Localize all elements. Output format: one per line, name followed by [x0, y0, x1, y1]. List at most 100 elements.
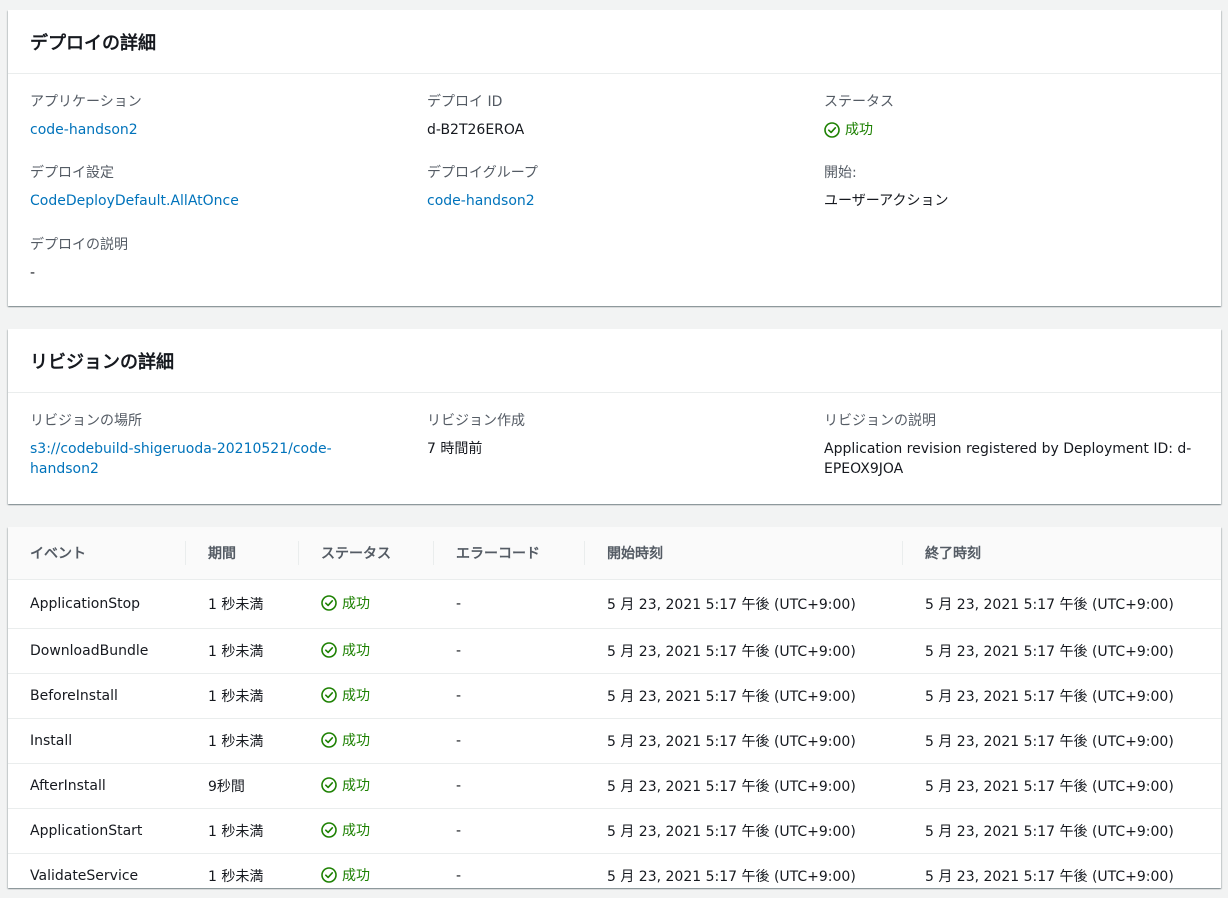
revision-description-field: リビジョンの説明 Application revision registered…	[824, 411, 1204, 479]
table-row: ApplicationStart 1 秒未満 成功 - 5 月 23, 2021…	[8, 809, 1221, 854]
column-header-start-time[interactable]: 開始時刻	[585, 527, 903, 580]
revision-description-line1: Application revision registered by Deplo…	[824, 439, 1204, 459]
duration-cell: 1 秒未満	[186, 809, 299, 854]
check-circle-icon	[321, 777, 337, 793]
check-circle-icon	[321, 867, 337, 883]
deploy-details-title: デプロイの詳細	[30, 29, 156, 55]
check-circle-icon	[321, 642, 337, 658]
deploy-id-label: デプロイ ID	[427, 92, 797, 112]
start-time-cell: 5 月 23, 2021 5:17 午後 (UTC+9:00)	[585, 580, 903, 629]
application-label: アプリケーション	[30, 92, 400, 112]
error-code-cell: -	[434, 854, 585, 898]
column-header-event[interactable]: イベント	[8, 527, 186, 580]
revision-created-field: リビジョン作成 7 時間前	[427, 411, 797, 459]
row-status-badge: 成功	[321, 593, 370, 613]
end-time-cell: 5 月 23, 2021 5:17 午後 (UTC+9:00)	[903, 629, 1221, 674]
event-name-cell: ApplicationStop	[8, 580, 186, 629]
status-label: ステータス	[824, 92, 1194, 112]
table-row: Install 1 秒未満 成功 - 5 月 23, 2021 5:17 午後 …	[8, 719, 1221, 764]
deploy-description-value: -	[30, 263, 400, 283]
column-header-status[interactable]: ステータス	[299, 527, 434, 580]
event-name-cell: Install	[8, 719, 186, 764]
status-badge: 成功	[824, 120, 873, 140]
column-header-error-code[interactable]: エラーコード	[434, 527, 585, 580]
status-text: 成功	[845, 120, 873, 140]
status-field: ステータス 成功	[824, 92, 1194, 144]
start-label: 開始:	[824, 163, 1194, 183]
table-row: DownloadBundle 1 秒未満 成功 - 5 月 23, 2021 5…	[8, 629, 1221, 674]
start-time-cell: 5 月 23, 2021 5:17 午後 (UTC+9:00)	[585, 629, 903, 674]
row-status-text: 成功	[342, 593, 370, 613]
application-field: アプリケーション code-handson2	[30, 92, 400, 140]
status-value-wrap: 成功	[824, 120, 1194, 144]
deploy-description-label: デプロイの説明	[30, 235, 400, 255]
row-status-text: 成功	[342, 775, 370, 795]
row-status-text: 成功	[342, 865, 370, 885]
deploy-config-field: デプロイ設定 CodeDeployDefault.AllAtOnce	[30, 163, 400, 211]
error-code-cell: -	[434, 809, 585, 854]
deploy-group-label: デプロイグループ	[427, 163, 797, 183]
check-circle-icon	[321, 732, 337, 748]
status-cell: 成功	[299, 809, 434, 854]
revision-details-panel: リビジョンの詳細 リビジョンの場所 s3://codebuild-shigeru…	[8, 329, 1221, 504]
end-time-cell: 5 月 23, 2021 5:17 午後 (UTC+9:00)	[903, 719, 1221, 764]
error-code-cell: -	[434, 629, 585, 674]
revision-details-header: リビジョンの詳細	[8, 329, 1221, 393]
row-status-badge: 成功	[321, 865, 370, 885]
error-code-cell: -	[434, 764, 585, 809]
status-cell: 成功	[299, 764, 434, 809]
deploy-group-link[interactable]: code-handson2	[427, 191, 797, 211]
event-name-cell: ApplicationStart	[8, 809, 186, 854]
row-status-text: 成功	[342, 685, 370, 705]
revision-created-value: 7 時間前	[427, 439, 797, 459]
revision-created-label: リビジョン作成	[427, 411, 797, 431]
event-name-cell: AfterInstall	[8, 764, 186, 809]
start-time-cell: 5 月 23, 2021 5:17 午後 (UTC+9:00)	[585, 809, 903, 854]
events-table-panel: イベント 期間 ステータス エラーコード 開始時刻 終了時刻 Applicati…	[8, 527, 1221, 888]
deploy-id-value: d-B2T26EROA	[427, 120, 797, 140]
revision-details-title: リビジョンの詳細	[30, 348, 174, 374]
duration-cell: 9秒間	[186, 764, 299, 809]
events-table: イベント 期間 ステータス エラーコード 開始時刻 終了時刻 Applicati…	[8, 527, 1221, 898]
check-circle-icon	[321, 687, 337, 703]
row-status-badge: 成功	[321, 730, 370, 750]
duration-cell: 1 秒未満	[186, 719, 299, 764]
row-status-badge: 成功	[321, 775, 370, 795]
revision-location-label: リビジョンの場所	[30, 411, 400, 431]
status-cell: 成功	[299, 629, 434, 674]
deploy-details-panel: デプロイの詳細 アプリケーション code-handson2 デプロイ ID d…	[8, 10, 1221, 306]
start-time-cell: 5 月 23, 2021 5:17 午後 (UTC+9:00)	[585, 764, 903, 809]
deploy-description-field: デプロイの説明 -	[30, 235, 400, 283]
events-header-row: イベント 期間 ステータス エラーコード 開始時刻 終了時刻	[8, 527, 1221, 580]
table-row: AfterInstall 9秒間 成功 - 5 月 23, 2021 5:17 …	[8, 764, 1221, 809]
error-code-cell: -	[434, 719, 585, 764]
deploy-config-label: デプロイ設定	[30, 163, 400, 183]
table-row: BeforeInstall 1 秒未満 成功 - 5 月 23, 2021 5:…	[8, 674, 1221, 719]
revision-location-line2: handson2	[30, 459, 400, 479]
end-time-cell: 5 月 23, 2021 5:17 午後 (UTC+9:00)	[903, 854, 1221, 898]
row-status-text: 成功	[342, 820, 370, 840]
error-code-cell: -	[434, 580, 585, 629]
column-header-end-time[interactable]: 終了時刻	[903, 527, 1221, 580]
column-header-duration[interactable]: 期間	[186, 527, 299, 580]
start-time-cell: 5 月 23, 2021 5:17 午後 (UTC+9:00)	[585, 854, 903, 898]
row-status-text: 成功	[342, 730, 370, 750]
revision-location-link[interactable]: s3://codebuild-shigeruoda-20210521/code-…	[30, 439, 400, 479]
event-name-cell: DownloadBundle	[8, 629, 186, 674]
deploy-group-field: デプロイグループ code-handson2	[427, 163, 797, 211]
application-link[interactable]: code-handson2	[30, 120, 400, 140]
revision-description-label: リビジョンの説明	[824, 411, 1204, 431]
row-status-badge: 成功	[321, 685, 370, 705]
row-status-badge: 成功	[321, 640, 370, 660]
start-field: 開始: ユーザーアクション	[824, 163, 1194, 211]
end-time-cell: 5 月 23, 2021 5:17 午後 (UTC+9:00)	[903, 809, 1221, 854]
revision-description-value: Application revision registered by Deplo…	[824, 439, 1204, 479]
revision-location-field: リビジョンの場所 s3://codebuild-shigeruoda-20210…	[30, 411, 400, 479]
end-time-cell: 5 月 23, 2021 5:17 午後 (UTC+9:00)	[903, 764, 1221, 809]
deploy-config-link[interactable]: CodeDeployDefault.AllAtOnce	[30, 191, 400, 211]
revision-description-line2: EPEOX9JOA	[824, 459, 1204, 479]
check-circle-icon	[321, 822, 337, 838]
status-cell: 成功	[299, 674, 434, 719]
check-circle-icon	[824, 122, 840, 138]
status-cell: 成功	[299, 580, 434, 629]
